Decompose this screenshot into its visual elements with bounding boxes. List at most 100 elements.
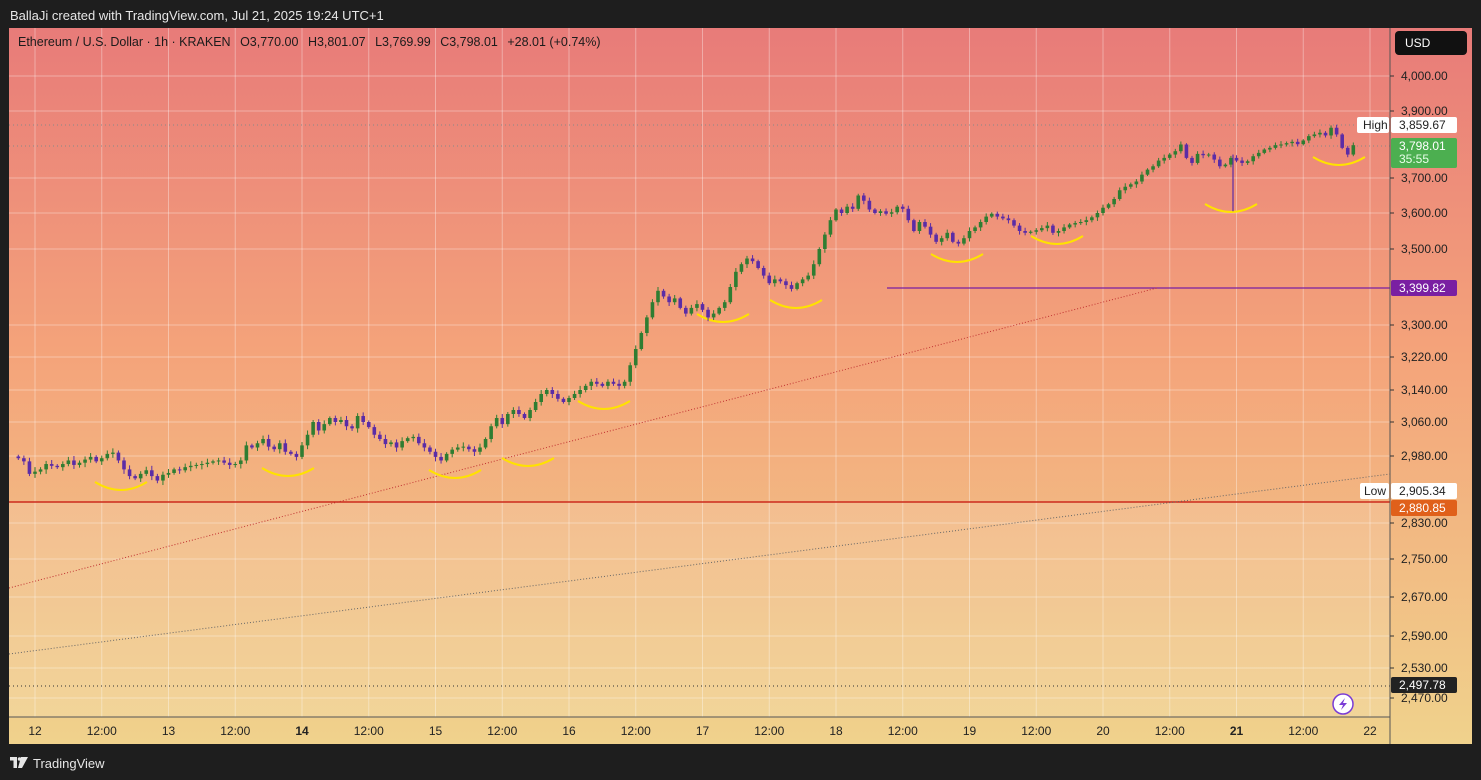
candle-body	[700, 304, 705, 310]
candle-body	[216, 460, 221, 462]
candle-body	[211, 461, 215, 463]
candle-body	[133, 476, 137, 479]
candle-body	[61, 464, 65, 468]
candle-body	[339, 420, 343, 422]
x-tick-label: 15	[429, 724, 443, 738]
x-tick-label: 18	[829, 724, 843, 738]
candle-body	[1106, 204, 1111, 208]
current-price-tag: 3,798.01	[1399, 139, 1446, 153]
candle-body	[1301, 140, 1306, 145]
y-tick-label: 3,700.00	[1401, 171, 1448, 185]
x-tick-label: 17	[696, 724, 710, 738]
candle-body	[328, 418, 332, 425]
candle-body	[1351, 145, 1356, 155]
candle-body	[1062, 227, 1066, 231]
below-support-zone	[9, 502, 1390, 717]
candle-body	[1212, 154, 1217, 160]
candle-body	[717, 307, 721, 314]
candle-body	[1284, 143, 1289, 145]
candle-body	[1045, 225, 1050, 229]
candle-body	[188, 465, 193, 468]
candle-body	[88, 456, 93, 460]
candle-body	[728, 287, 733, 303]
candle-body	[1223, 164, 1228, 167]
candle-body	[767, 275, 772, 284]
candle-body	[1312, 134, 1317, 137]
y-tick-label: 2,670.00	[1401, 590, 1448, 604]
candle-body	[628, 365, 632, 382]
candle-body	[417, 436, 421, 444]
candle-body	[55, 465, 60, 468]
candle-body	[494, 418, 499, 427]
candle-body	[177, 469, 182, 471]
candle-body	[1040, 228, 1044, 231]
candle-body	[1251, 156, 1255, 162]
price-chart[interactable]: 4,000.00 3,900.00 3,700.00 3,600.00 3,500.00…	[9, 28, 1472, 744]
candle-body	[27, 461, 32, 474]
candle-body	[389, 442, 393, 445]
candle-body	[99, 458, 104, 462]
candle-body	[567, 398, 571, 402]
candle-body	[945, 232, 950, 239]
candle-body	[873, 209, 877, 213]
candle-body	[889, 212, 894, 214]
time-axis[interactable]: 12 12:00 13 12:00 14 12:00 15 12:00 16 12:00 17 12:…	[28, 724, 1377, 738]
candle-body	[761, 268, 766, 276]
candle-body	[706, 309, 710, 318]
candle-body	[811, 264, 816, 276]
candle-body	[1095, 213, 1100, 218]
candle-body	[995, 213, 1000, 217]
candle-body	[850, 206, 855, 209]
candle-body	[978, 222, 983, 228]
candle-body	[261, 439, 265, 444]
open-value: O3,770.00	[240, 35, 299, 49]
candle-body	[450, 449, 454, 454]
symbol-legend[interactable]: Ethereum / U.S. Dollar · 1h · KRAKEN O3,…	[18, 35, 607, 49]
bar-countdown: 35:55	[1399, 152, 1429, 166]
candle-body	[233, 464, 238, 466]
candle-body	[900, 206, 905, 209]
currency-button[interactable]: USD	[1395, 31, 1467, 55]
candle-body	[94, 456, 98, 462]
candle-body	[33, 471, 37, 474]
candle-body	[105, 453, 110, 459]
candle-body	[1173, 151, 1178, 155]
candle-body	[1179, 144, 1183, 152]
candle-body	[461, 446, 466, 448]
candle-body	[578, 390, 582, 394]
candle-body	[422, 443, 427, 448]
candle-body	[1234, 157, 1239, 161]
candle-body	[923, 222, 927, 227]
candle-body	[734, 271, 738, 287]
candle-body	[506, 414, 510, 425]
candle-body	[1112, 199, 1116, 205]
x-tick-label: 13	[162, 724, 176, 738]
candle-body	[656, 290, 660, 303]
candle-body	[250, 445, 254, 448]
low-label: Low	[1364, 484, 1386, 498]
candle-body	[1329, 127, 1333, 136]
candle-body	[823, 234, 827, 249]
candle-body	[828, 220, 833, 235]
candle-body	[400, 441, 404, 448]
candle-body	[856, 195, 861, 209]
candle-body	[989, 213, 994, 217]
candle-body	[800, 279, 805, 284]
candle-body	[667, 296, 671, 303]
candle-body	[583, 385, 588, 390]
assistant-icon[interactable]	[1332, 693, 1354, 715]
candle-body	[622, 381, 627, 386]
candle-body	[1190, 157, 1194, 163]
candle-body	[300, 445, 304, 457]
candle-body	[650, 302, 655, 318]
candle-body	[556, 394, 560, 399]
candle-body	[1167, 154, 1172, 158]
y-tick-label: 2,980.00	[1401, 449, 1448, 463]
candle-body	[311, 422, 315, 435]
chart-frame[interactable]: 4,000.00 3,900.00 3,700.00 3,600.00 3,500.00…	[9, 28, 1472, 744]
resistance-price-tag: 3,399.82	[1399, 281, 1446, 295]
candle-body	[428, 447, 432, 452]
candle-body	[689, 307, 694, 314]
candle-body	[355, 416, 360, 429]
candle-body	[934, 234, 938, 242]
